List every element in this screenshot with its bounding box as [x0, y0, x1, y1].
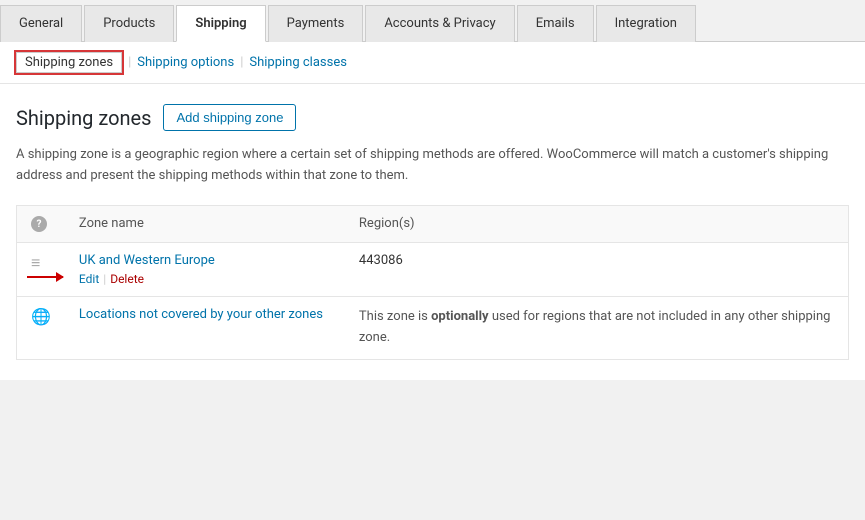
shipping-zones-table: ? Zone name Region(s) ≡ UK and Western E…: [16, 205, 849, 360]
page-description: A shipping zone is a geographic region w…: [16, 145, 849, 187]
subnav-sep-1: |: [128, 55, 131, 70]
regions-cell: 443086: [345, 243, 849, 297]
globe-cell: 🌐: [17, 297, 65, 360]
subnav-shipping-zones[interactable]: Shipping zones: [16, 52, 122, 73]
col-header-icon: ?: [17, 205, 65, 243]
uncovered-zone-cell: Locations not covered by your other zone…: [65, 297, 345, 360]
sub-nav: Shipping zones | Shipping options | Ship…: [0, 42, 865, 84]
row-actions: Edit | Delete: [79, 272, 144, 286]
tab-accounts-privacy[interactable]: Accounts & Privacy: [365, 5, 514, 42]
subnav-shipping-classes[interactable]: Shipping classes: [249, 55, 347, 70]
table-row-uncovered: 🌐 Locations not covered by your other zo…: [17, 297, 849, 360]
add-shipping-zone-button[interactable]: Add shipping zone: [163, 104, 296, 131]
globe-icon: 🌐: [31, 307, 51, 326]
zone-name-link[interactable]: UK and Western Europe: [79, 253, 331, 268]
tab-general[interactable]: General: [0, 5, 82, 42]
help-icon[interactable]: ?: [31, 216, 47, 232]
page-title: Shipping zones: [16, 106, 151, 130]
col-header-zone-name: Zone name: [65, 205, 345, 243]
uncovered-zone-name: Locations not covered by your other zone…: [79, 307, 331, 322]
drag-handle-icon[interactable]: ≡: [31, 253, 40, 273]
page-title-row: Shipping zones Add shipping zone: [16, 104, 849, 131]
tab-emails[interactable]: Emails: [517, 5, 594, 42]
uncovered-description-cell: This zone is optionally used for regions…: [345, 297, 849, 360]
zone-name-cell: UK and Western Europe Edit |: [65, 243, 345, 297]
tab-payments[interactable]: Payments: [268, 5, 364, 42]
tab-integration[interactable]: Integration: [596, 5, 696, 42]
table-row-uk-western-europe: ≡ UK and Western Europe: [17, 243, 849, 297]
subnav-shipping-options[interactable]: Shipping options: [137, 55, 234, 70]
tabs-bar: General Products Shipping Payments Accou…: [0, 0, 865, 42]
drag-cell: ≡: [17, 243, 65, 297]
tab-shipping[interactable]: Shipping: [176, 5, 265, 42]
col-header-regions: Region(s): [345, 205, 849, 243]
edit-link[interactable]: Edit: [79, 272, 99, 286]
tab-products[interactable]: Products: [84, 5, 174, 42]
uncovered-description: This zone is optionally used for regions…: [359, 309, 831, 345]
action-sep: |: [103, 272, 106, 286]
main-content: Shipping zones Add shipping zone A shipp…: [0, 84, 865, 380]
subnav-sep-2: |: [240, 55, 243, 70]
uncovered-zone-link[interactable]: Locations not covered by your other zone…: [79, 307, 331, 322]
zone-cell-inner: UK and Western Europe Edit |: [79, 253, 331, 286]
optionally-bold: optionally: [431, 309, 489, 324]
table-header-row: ? Zone name Region(s): [17, 205, 849, 243]
delete-link[interactable]: Delete: [110, 272, 144, 286]
